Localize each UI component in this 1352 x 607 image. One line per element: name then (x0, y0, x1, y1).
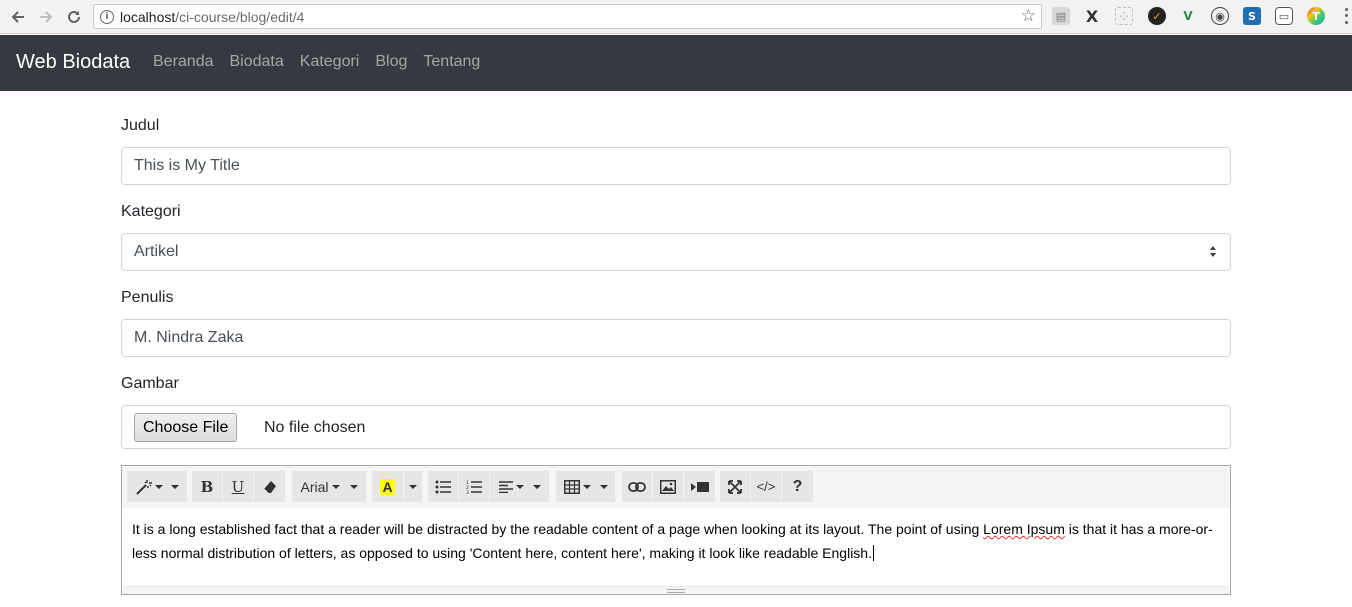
bookmark-star-icon[interactable]: ☆ (1021, 6, 1036, 26)
extension-s-icon[interactable]: S (1243, 7, 1261, 25)
numbered-list-icon: 123 (466, 480, 482, 494)
table-icon (563, 479, 580, 494)
penulis-input[interactable]: M. Nindra Zaka (121, 319, 1231, 357)
reload-icon[interactable] (63, 6, 85, 28)
font-name-dropdown[interactable]: Arial (292, 471, 366, 502)
file-status: No file chosen (264, 419, 366, 436)
style-group (127, 471, 187, 502)
resize-grip-icon[interactable] (667, 589, 685, 593)
style-dropdown-button[interactable] (127, 471, 187, 502)
url-host: localhost (120, 9, 176, 25)
address-bar[interactable]: i localhost/ci-course/blog/edit/4 ☆ (93, 4, 1042, 29)
browser-menu-icon[interactable] (1342, 6, 1350, 26)
unordered-list-button[interactable] (428, 471, 459, 502)
kategori-selected-value: Artikel (134, 243, 179, 260)
font-style-group: B U (192, 471, 285, 502)
site-navbar: Web Biodata Beranda Biodata Kategori Blo… (0, 35, 1352, 91)
extension-color-icon[interactable]: T (1307, 7, 1325, 25)
nav-link-biodata[interactable]: Biodata (230, 53, 284, 71)
nav-link-kategori[interactable]: Kategori (300, 53, 360, 71)
gambar-file-input: Choose File No file chosen (121, 405, 1231, 449)
choose-file-button[interactable]: Choose File (134, 413, 238, 442)
insert-picture-button[interactable] (653, 471, 684, 502)
editor-content[interactable]: It is a long established fact that a rea… (132, 517, 1222, 565)
text-cursor (872, 545, 874, 561)
magic-wand-icon (136, 479, 152, 495)
extension-speed-icon[interactable]: ✓ (1148, 7, 1166, 25)
extension-doc-icon[interactable]: ▤ (1052, 7, 1070, 25)
font-name-group: Arial (292, 471, 366, 502)
insert-group (622, 471, 715, 502)
paragraph-group: 123 (428, 471, 549, 502)
browser-toolbar: i localhost/ci-course/blog/edit/4 ☆ ▤ X … (0, 0, 1352, 34)
ordered-list-button[interactable]: 123 (459, 471, 490, 502)
address-url: localhost/ci-course/blog/edit/4 (120, 9, 304, 25)
nav-link-beranda[interactable]: Beranda (153, 53, 214, 71)
judul-input[interactable]: This is My Title (121, 147, 1231, 185)
gambar-label: Gambar (121, 375, 179, 392)
table-group (556, 471, 615, 502)
navbar-brand[interactable]: Web Biodata (16, 51, 130, 74)
judul-label: Judul (121, 117, 160, 134)
kategori-label: Kategori (121, 203, 181, 220)
color-group: A (372, 471, 422, 502)
eraser-icon (263, 480, 276, 493)
back-icon[interactable] (7, 6, 29, 28)
code-view-button[interactable]: </> (751, 471, 782, 502)
kategori-select[interactable]: Artikel (121, 233, 1231, 271)
table-dropdown-button[interactable] (556, 471, 615, 502)
clear-format-button[interactable] (254, 471, 285, 502)
bold-button[interactable]: B (192, 471, 223, 502)
extension-vue-icon[interactable]: V (1179, 7, 1197, 25)
link-icon (628, 481, 646, 492)
rich-text-editor: B U Arial A 123 </> ? It is a long estab… (121, 465, 1231, 595)
extension-x-icon[interactable]: X (1083, 7, 1101, 26)
info-icon[interactable]: i (100, 10, 114, 24)
editor-misspelled-word: Lorem Ipsum (983, 521, 1065, 537)
extension-eye-icon[interactable]: ◉ (1211, 7, 1229, 25)
help-button[interactable]: ? (782, 471, 813, 502)
extension-grid-icon[interactable]: ⁘ (1115, 7, 1133, 25)
svg-text:3: 3 (466, 490, 469, 494)
nav-link-blog[interactable]: Blog (375, 53, 407, 71)
url-path: /ci-course/blog/edit/4 (175, 9, 305, 25)
fullscreen-icon (728, 479, 742, 494)
editor-toolbar: B U Arial A 123 </> ? (122, 466, 1230, 508)
extension-line-icon[interactable]: ▭ (1275, 7, 1293, 25)
text-color-icon: A (380, 478, 395, 495)
forward-icon[interactable] (35, 6, 57, 28)
color-dropdown-button[interactable] (404, 471, 422, 502)
video-icon (690, 481, 709, 492)
insert-video-button[interactable] (684, 471, 715, 502)
align-left-icon (498, 480, 513, 493)
nav-link-tentang[interactable]: Tentang (423, 53, 480, 71)
editor-text-part: It is a long established fact that a rea… (132, 521, 984, 537)
underline-button[interactable]: U (223, 471, 254, 502)
paragraph-align-dropdown[interactable] (490, 471, 549, 502)
navbar-links: Beranda Biodata Kategori Blog Tentang (153, 53, 480, 71)
insert-link-button[interactable] (622, 471, 653, 502)
penulis-label: Penulis (121, 289, 174, 306)
bullet-list-icon (435, 480, 451, 493)
picture-icon (660, 479, 676, 494)
color-button[interactable]: A (372, 471, 404, 502)
font-name-value: Arial (300, 478, 329, 495)
editor-resize-bar[interactable] (122, 586, 1230, 594)
view-group: </> ? (720, 471, 813, 502)
select-arrows-icon (1210, 246, 1216, 258)
fullscreen-button[interactable] (720, 471, 751, 502)
